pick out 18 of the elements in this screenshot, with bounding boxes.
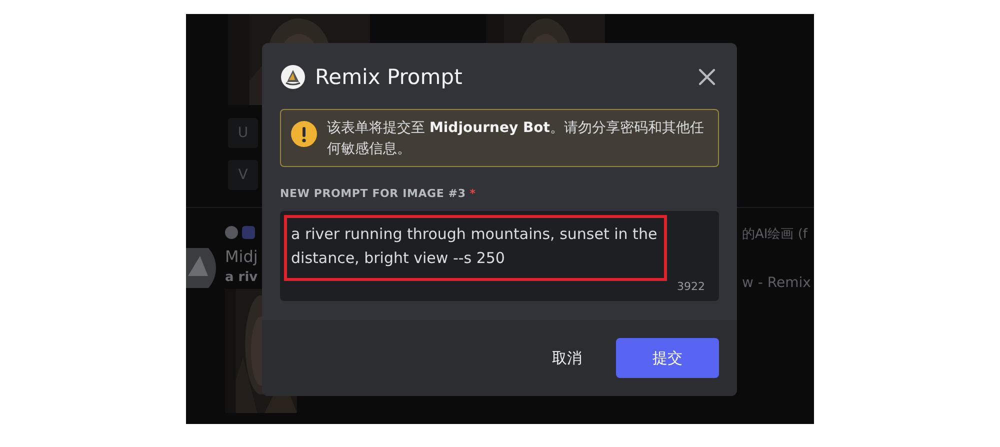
prompt-field[interactable]: a river running through mountains, sunset in the distance, bright view --s 250 3922: [280, 211, 719, 301]
message-title: 的AI绘画 (f: [742, 226, 808, 243]
close-icon: [698, 68, 716, 86]
bot-logo-icon: [281, 65, 305, 89]
character-counter: 3922: [677, 280, 705, 293]
badge-icon: [242, 226, 255, 239]
dialog-title: Remix Prompt: [315, 65, 464, 89]
cancel-button[interactable]: 取消: [536, 338, 598, 378]
avatar-icon: [186, 248, 216, 288]
warning-icon: [291, 121, 317, 147]
warning-text: 该表单将提交至 Midjourney Bot。请勿分享密码和其他任何敏感信息。: [327, 119, 705, 159]
field-label: NEW PROMPT FOR IMAGE #3: [280, 187, 466, 200]
submit-button[interactable]: 提交: [616, 338, 719, 378]
message-text: a riv: [225, 270, 259, 285]
message-text: w - Remix: [742, 275, 811, 291]
prompt-text: a river running through mountains, sunset in the distance, bright view --s 250: [291, 224, 658, 269]
avatar-icon: [225, 226, 238, 239]
required-mark: *: [470, 187, 476, 200]
